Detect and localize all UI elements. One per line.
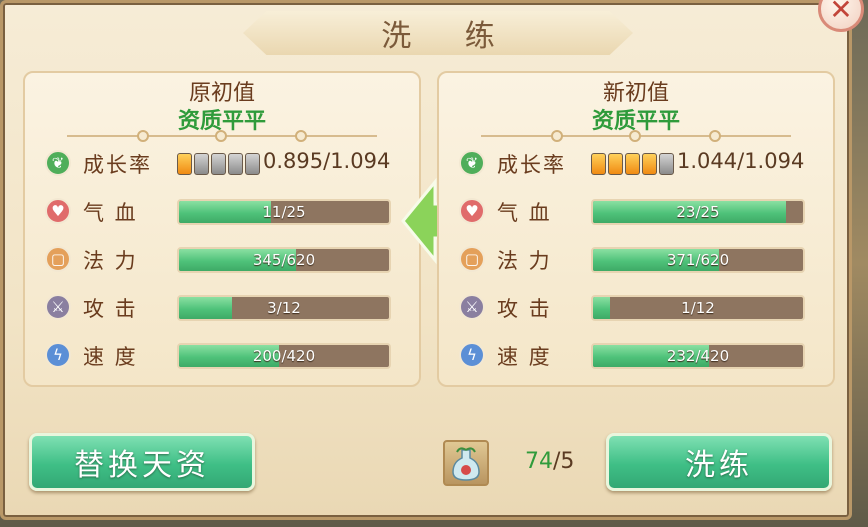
growth-pips: [591, 153, 674, 175]
stat-label: 攻 击: [497, 297, 552, 321]
sprout-icon: ❦: [459, 150, 485, 176]
growth-pip: [177, 153, 192, 175]
lightning-icon: ϟ: [45, 342, 71, 368]
stat-label: 法 力: [83, 249, 138, 273]
replace-talent-button[interactable]: 替换天资: [29, 433, 255, 491]
stat-bar-value: 345/620: [252, 251, 316, 269]
growth-pip: [608, 153, 623, 175]
sword-icon: ⚔: [459, 294, 485, 320]
scroll-icon: ▢: [459, 246, 485, 272]
stat-bar: 23/25: [591, 199, 805, 225]
original-stats-panel: 原初值 资质平平 ❦ 成长率 0.895/1.094 ♥ 气 血 11/25 ▢ 法 力 345…: [23, 71, 421, 387]
divider-knot: [137, 130, 149, 142]
stat-bar: 1/12: [591, 295, 805, 321]
growth-pips: [177, 153, 260, 175]
stat-row: ▢ 法 力 371/620: [459, 243, 809, 277]
stat-label: 法 力: [497, 249, 552, 273]
stat-row: ⚔ 攻 击 3/12: [45, 291, 395, 325]
item-count: 74/5: [525, 449, 574, 474]
stat-row: ▢ 法 力 345/620: [45, 243, 395, 277]
stat-bar-value: 11/25: [262, 203, 306, 221]
stat-row: ❦ 成长率 1.044/1.094: [459, 147, 809, 181]
divider-knot: [295, 130, 307, 142]
stat-bar: 11/25: [177, 199, 391, 225]
growth-pip: [245, 153, 260, 175]
stat-bar-value: 371/620: [666, 251, 730, 269]
stat-bar: 3/12: [177, 295, 391, 321]
lightning-icon: ϟ: [459, 342, 485, 368]
divider-knot: [709, 130, 721, 142]
stat-row: ϟ 速 度 200/420: [45, 339, 395, 373]
stat-row: ϟ 速 度 232/420: [459, 339, 809, 373]
item-count-need: /5: [553, 449, 575, 474]
divider-knot: [551, 130, 563, 142]
stat-bar-value: 3/12: [267, 299, 301, 317]
growth-pip: [228, 153, 243, 175]
heart-icon: ♥: [45, 198, 71, 224]
divider-knot: [215, 130, 227, 142]
stat-label: 速 度: [497, 345, 552, 369]
growth-value: 1.044/1.094: [677, 149, 805, 173]
refine-item-slot[interactable]: [443, 440, 489, 486]
stat-label: 攻 击: [83, 297, 138, 321]
growth-pip: [194, 153, 209, 175]
growth-pip: [591, 153, 606, 175]
stat-bar: 200/420: [177, 343, 391, 369]
stat-bar-value: 1/12: [681, 299, 715, 317]
new-stats-panel: 新初值 资质平平 ❦ 成长率 1.044/1.094 ♥ 气 血 23/25 ▢ 法 力 371…: [437, 71, 835, 387]
refine-dialog: 洗 练 原初值 资质平平 ❦ 成长率 0.895/1.094 ♥ 气 血 11/25 ▢ 法 …: [0, 0, 852, 520]
stat-bar: 371/620: [591, 247, 805, 273]
stat-bar-value: 200/420: [252, 347, 316, 365]
panel-divider: [481, 130, 791, 142]
growth-value: 0.895/1.094: [263, 149, 391, 173]
stat-row: ♥ 气 血 23/25: [459, 195, 809, 229]
divider-knot: [629, 130, 641, 142]
stat-label: 成长率: [497, 153, 566, 177]
stat-label: 速 度: [83, 345, 138, 369]
sprout-icon: ❦: [45, 150, 71, 176]
stat-bar-value: 232/420: [666, 347, 730, 365]
scroll-icon: ▢: [45, 246, 71, 272]
stat-label: 成长率: [83, 153, 152, 177]
growth-pip: [642, 153, 657, 175]
panel-divider: [67, 130, 377, 142]
stat-label: 气 血: [83, 201, 138, 225]
title-plate: 洗 练: [243, 11, 633, 55]
refine-button[interactable]: 洗练: [606, 433, 832, 491]
heart-icon: ♥: [459, 198, 485, 224]
potion-icon: [452, 447, 480, 481]
stat-row: ♥ 气 血 11/25: [45, 195, 395, 229]
growth-pip: [211, 153, 226, 175]
sword-icon: ⚔: [45, 294, 71, 320]
item-count-have: 74: [525, 449, 553, 474]
stat-bar-value: 23/25: [676, 203, 720, 221]
stat-bar: 345/620: [177, 247, 391, 273]
growth-pip: [659, 153, 674, 175]
close-icon: ✕: [829, 0, 853, 26]
stat-row: ❦ 成长率 0.895/1.094: [45, 147, 395, 181]
stat-row: ⚔ 攻 击 1/12: [459, 291, 809, 325]
stat-label: 气 血: [497, 201, 552, 225]
dialog-title: 洗 练: [381, 19, 517, 54]
stat-bar: 232/420: [591, 343, 805, 369]
growth-pip: [625, 153, 640, 175]
